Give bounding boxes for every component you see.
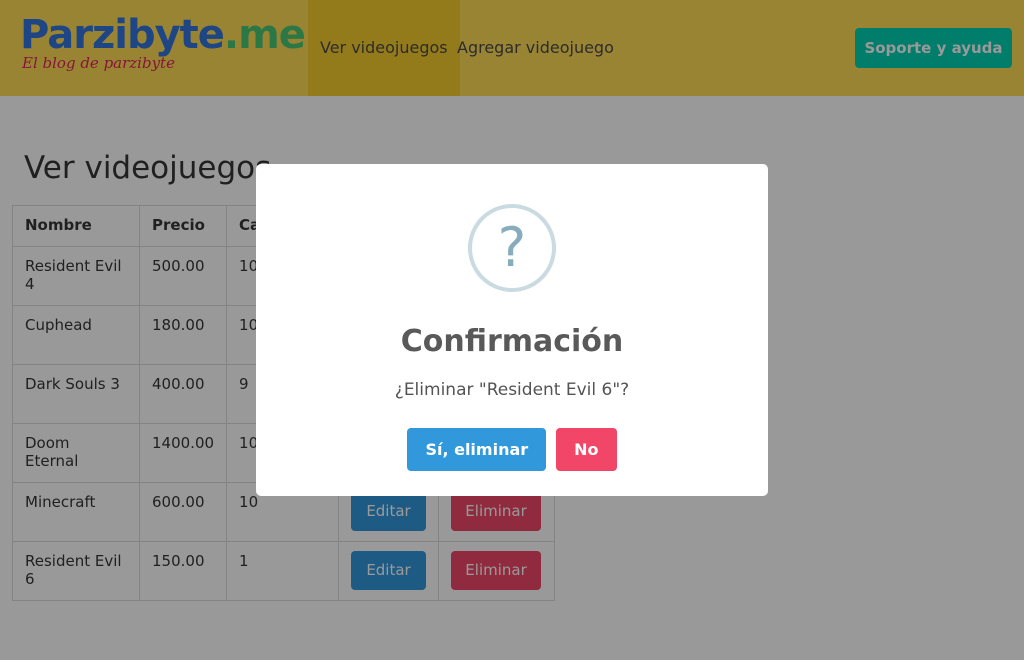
cancel-button[interactable]: No: [556, 428, 617, 471]
dialog-message: ¿Eliminar "Resident Evil 6"?: [394, 380, 630, 400]
confirm-delete-button[interactable]: Sí, eliminar: [407, 428, 547, 471]
dialog-actions: Sí, eliminar No: [256, 428, 768, 471]
dialog-title: Confirmación: [400, 324, 624, 359]
question-icon: ?: [468, 204, 556, 292]
confirmation-dialog: ? Confirmación ¿Eliminar "Resident Evil …: [256, 164, 768, 496]
